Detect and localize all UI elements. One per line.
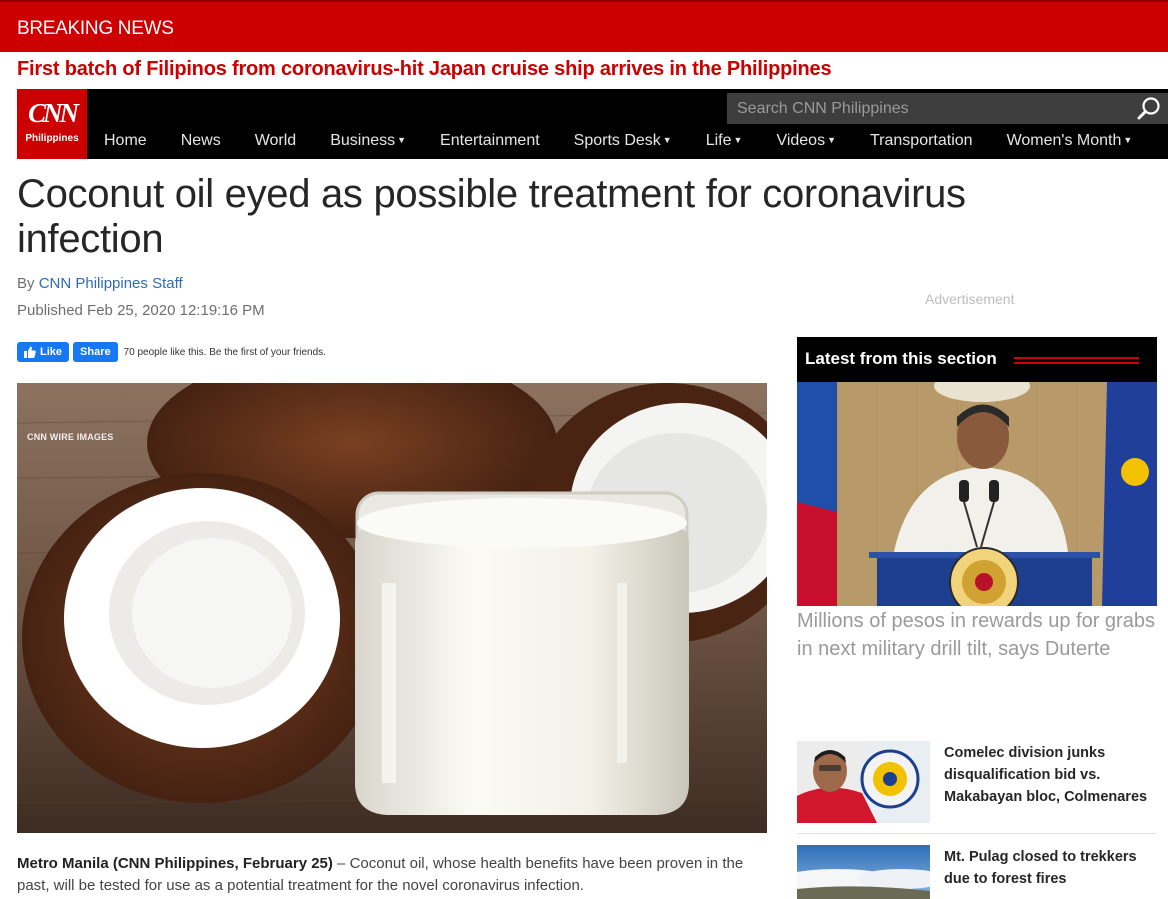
nav-item-label: Videos bbox=[776, 132, 826, 149]
nav-item-news[interactable]: News bbox=[164, 132, 238, 154]
byline-prefix: By bbox=[17, 275, 35, 292]
latest-story-image[interactable] bbox=[797, 382, 1157, 606]
facebook-share-button[interactable]: Share bbox=[73, 342, 118, 362]
published-date: Published Feb 25, 2020 12:19:16 PM bbox=[17, 302, 265, 319]
nav-item-label: Entertainment bbox=[440, 132, 540, 149]
dateline: Metro Manila (CNN Philippines, February … bbox=[17, 855, 333, 872]
nav-item-life[interactable]: Life ▼ bbox=[689, 132, 760, 154]
search-icon[interactable] bbox=[1136, 96, 1162, 122]
thumbs-up-icon bbox=[24, 346, 36, 358]
latest-main-story-link[interactable]: Millions of pesos in rewards up for grab… bbox=[797, 607, 1157, 663]
nav-item-transportation[interactable]: Transportation bbox=[853, 132, 990, 154]
nav-item-videos[interactable]: Videos ▼ bbox=[759, 132, 853, 154]
story-divider bbox=[797, 833, 1157, 834]
article-title: Coconut oil eyed as possible treatment f… bbox=[17, 172, 966, 261]
caret-down-icon: ▼ bbox=[827, 135, 836, 145]
sidebar-story-title[interactable]: Mt. Pulag closed to trekkers due to fore… bbox=[944, 846, 1157, 890]
caret-down-icon: ▼ bbox=[733, 135, 743, 145]
like-count-text: 70 people like this. Be the first of you… bbox=[123, 346, 326, 358]
nav-item-label: Women's Month bbox=[1006, 132, 1122, 149]
nav-item-label: Sports Desk bbox=[573, 132, 661, 149]
caret-down-icon: ▼ bbox=[662, 135, 672, 145]
logo-subtext: Philippines bbox=[25, 133, 79, 144]
article-byline: By CNN Philippines Staff bbox=[17, 275, 183, 292]
cnn-philippines-logo[interactable]: CNN Philippines bbox=[17, 89, 87, 159]
nav-item-label: World bbox=[254, 132, 297, 149]
nav-item-label: Business bbox=[330, 132, 396, 149]
header-decoration bbox=[1014, 357, 1139, 364]
image-credit: CNN WIRE IMAGES bbox=[27, 432, 114, 442]
nav-item-label: News bbox=[180, 132, 221, 149]
search-input[interactable] bbox=[727, 93, 1107, 124]
social-bar: Like Share 70 people like this. Be the f… bbox=[17, 342, 326, 362]
nav-item-label: Home bbox=[104, 132, 147, 149]
sidebar-story-title[interactable]: Comelec division junks disqualification … bbox=[944, 742, 1157, 808]
nav-item-women-s-month[interactable]: Women's Month ▼ bbox=[990, 132, 1150, 154]
main-navbar: CNN Philippines HomeNewsWorldBusiness▼En… bbox=[17, 89, 1168, 159]
like-label: Like bbox=[40, 346, 63, 358]
search-box bbox=[727, 93, 1168, 124]
nav-item-label: Life bbox=[705, 132, 732, 149]
nav-item-world[interactable]: World bbox=[238, 132, 314, 154]
latest-section-title: Latest from this section bbox=[805, 349, 997, 368]
advertisement-label: Advertisement bbox=[925, 291, 1015, 307]
share-label: Share bbox=[80, 346, 111, 358]
nav-item-business[interactable]: Business ▼ bbox=[313, 132, 423, 154]
nav-item-sports-desk[interactable]: Sports Desk ▼ bbox=[557, 132, 689, 154]
latest-section-header: Latest from this section bbox=[797, 337, 1157, 382]
facebook-like-button[interactable]: Like bbox=[17, 342, 70, 362]
nav-item-home[interactable]: Home bbox=[87, 132, 164, 154]
nav-item-label: Transportation bbox=[870, 132, 973, 149]
article-hero-image bbox=[17, 383, 767, 833]
logo-text: CNN bbox=[27, 98, 79, 128]
sidebar-story[interactable]: Mt. Pulag closed to trekkers due to fore… bbox=[797, 845, 1157, 899]
caret-down-icon: ▼ bbox=[1123, 135, 1133, 145]
story-thumbnail bbox=[797, 741, 930, 823]
nav-item-entertainment[interactable]: Entertainment bbox=[423, 132, 557, 154]
sidebar-story[interactable]: Comelec division junks disqualification … bbox=[797, 741, 1157, 825]
breaking-news-headline[interactable]: First batch of Filipinos from coronaviru… bbox=[17, 58, 832, 81]
caret-down-icon: ▼ bbox=[397, 135, 407, 145]
story-thumbnail bbox=[797, 845, 930, 899]
nav-menu: Home News World Business ▼ Entertainment Sport… bbox=[87, 132, 1149, 154]
author-link[interactable]: CNN Philippines Staff bbox=[39, 275, 183, 292]
article-lede: Metro Manila (CNN Philippines, February … bbox=[17, 853, 777, 897]
breaking-news-bar: BREAKING NEWS bbox=[0, 0, 1168, 52]
breaking-news-label: BREAKING NEWS bbox=[17, 18, 174, 39]
